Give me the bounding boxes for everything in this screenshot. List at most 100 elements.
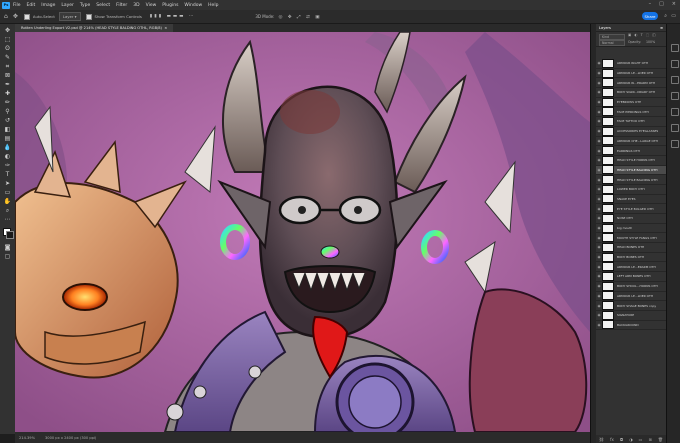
menu-type[interactable]: Type	[80, 3, 90, 8]
properties-icon[interactable]	[671, 44, 679, 52]
type-tool-icon[interactable]: T	[3, 170, 12, 179]
layer-mode-select[interactable]: Layer ▾	[58, 12, 81, 21]
clone-stamp-icon[interactable]: ⚲	[3, 107, 12, 116]
photoshop-app-icon[interactable]: Ps	[2, 1, 10, 9]
shape-tool-icon[interactable]: ▭	[3, 188, 12, 197]
background-color-swatch[interactable]	[6, 231, 14, 239]
layer-row[interactable]: ◉ LOWER BODY OTH	[596, 184, 666, 195]
menu-filter[interactable]: Filter	[116, 3, 127, 8]
gradient-tool-icon[interactable]: ▤	[3, 134, 12, 143]
document-tab[interactable]: Rotten Underling Export V2.psd @ 214% (H…	[15, 24, 174, 32]
move-tool-icon[interactable]: ✥	[3, 26, 12, 35]
layer-row[interactable]: ◉ ARMOUR RI...ERARM OTH	[596, 78, 666, 89]
channels-icon[interactable]	[671, 124, 679, 132]
layer-thumbnail[interactable]	[602, 87, 614, 97]
workspace-icon[interactable]: ▭	[671, 13, 676, 19]
link-layers-icon[interactable]: ⛓	[599, 437, 604, 442]
frame-tool-icon[interactable]: ⊠	[3, 71, 12, 80]
filter-icons[interactable]: ▣ ◐ T ⬚ ◫	[628, 33, 657, 37]
paths-icon[interactable]	[671, 140, 679, 148]
layer-row[interactable]: ◉ ARMOUR CHE...LARGE OTH	[596, 136, 666, 147]
zoom-tool-icon[interactable]: ⌕	[3, 206, 12, 215]
layer-thumbnail[interactable]	[602, 175, 614, 185]
swatches-icon[interactable]	[671, 108, 679, 116]
layer-thumbnail[interactable]	[602, 68, 614, 78]
minimize-icon[interactable]: –	[649, 1, 652, 7]
layer-row[interactable]: ◉ SIGNATURE	[596, 310, 666, 321]
menu-window[interactable]: Window	[184, 3, 202, 8]
layer-row[interactable]: ◉ BACKGROUND	[596, 320, 666, 331]
menu-edit[interactable]: Edit	[27, 3, 36, 8]
zoom-level[interactable]: 214.39%	[19, 436, 35, 440]
new-layer-icon[interactable]: ⊞	[648, 437, 651, 442]
menu-help[interactable]: Help	[208, 3, 218, 8]
layer-thumbnail[interactable]	[602, 165, 614, 175]
color-icon[interactable]	[671, 92, 679, 100]
layer-thumbnail[interactable]	[602, 78, 614, 88]
close-icon[interactable]: ×	[672, 1, 676, 7]
layer-thumbnail[interactable]	[602, 116, 614, 126]
layer-row[interactable]: ◉ BODY BONES OTH	[596, 252, 666, 263]
layer-thumbnail[interactable]	[602, 126, 614, 136]
layer-row[interactable]: ◉ ACCESSORIES EYEGLASSES	[596, 126, 666, 137]
layer-row[interactable]: ◉ HEAD BONES OTH	[596, 242, 666, 253]
marquee-tool-icon[interactable]: ⬚	[3, 35, 12, 44]
layer-thumbnail[interactable]	[602, 107, 614, 117]
menu-file[interactable]: File	[13, 3, 21, 8]
align-icons[interactable]: ▮▮▮ ▬▬▬ ⋯	[150, 14, 196, 19]
libraries-icon[interactable]	[671, 76, 679, 84]
layer-thumbnail[interactable]	[602, 213, 614, 223]
lasso-tool-icon[interactable]: ʘ	[3, 44, 12, 53]
layer-thumbnail[interactable]	[602, 281, 614, 291]
layer-row[interactable]: ◉ HEAD STYLE HORNS OTH	[596, 155, 666, 166]
crop-tool-icon[interactable]: ⌗	[3, 62, 12, 71]
layer-row[interactable]: ◉ EARRINGS OTH	[596, 146, 666, 156]
eyedropper-tool-icon[interactable]: ✒	[3, 80, 12, 89]
layer-row[interactable]: ◉ BODY SIGNI...NDARY OTH	[596, 87, 666, 98]
opacity-value[interactable]: 100%	[646, 40, 655, 44]
menu-plugins[interactable]: Plugins	[162, 3, 178, 8]
home-icon[interactable]: ⌂	[4, 13, 8, 20]
quick-select-tool-icon[interactable]: ✎	[3, 53, 12, 62]
layer-row[interactable]: ◉ BODY SHAGE BONES copy	[596, 301, 666, 311]
move-tool-icon[interactable]: ✥	[13, 13, 18, 20]
layer-thumbnail[interactable]	[602, 242, 614, 252]
eraser-tool-icon[interactable]: ◧	[3, 125, 12, 134]
layer-thumbnail[interactable]	[602, 58, 614, 68]
maximize-icon[interactable]: □	[659, 1, 664, 7]
layer-thumbnail[interactable]	[602, 184, 614, 194]
layer-row[interactable]: ◉ HEAD STYLE BALDING OTH	[596, 175, 666, 185]
mask-icon[interactable]: ◘	[620, 437, 623, 442]
fx-icon[interactable]: fx	[610, 437, 614, 442]
menu-image[interactable]: Image	[41, 3, 55, 8]
layer-row[interactable]: ◉ FACE PIERCINGS OTH	[596, 107, 666, 118]
more-tools-icon[interactable]: ⋯	[3, 215, 12, 224]
menu-view[interactable]: View	[146, 3, 157, 8]
blur-tool-icon[interactable]: 💧	[3, 143, 12, 152]
layer-thumbnail[interactable]	[602, 233, 614, 243]
layer-row[interactable]: ◉ LEFT ARM BONES OTH	[596, 271, 666, 282]
layer-thumbnail[interactable]	[602, 223, 614, 233]
layer-row[interactable]: ◉ SNAKE EYES	[596, 194, 666, 205]
menu-3d[interactable]: 3D	[133, 3, 139, 8]
layer-row[interactable]: ◉ big mouth	[596, 223, 666, 234]
layer-thumbnail[interactable]	[602, 194, 614, 204]
brush-tool-icon[interactable]: ✏	[3, 98, 12, 107]
auto-select-checkbox[interactable]	[23, 13, 30, 20]
layer-thumbnail[interactable]	[602, 97, 614, 107]
dodge-tool-icon[interactable]: ◐	[3, 152, 12, 161]
document-canvas[interactable]	[15, 32, 590, 432]
layer-row[interactable]: ◉ EYE STYLE BULGED OTH	[596, 204, 666, 214]
path-select-icon[interactable]: ➤	[3, 179, 12, 188]
layer-thumbnail[interactable]	[602, 204, 614, 214]
layer-row[interactable]: ◉ FACE TATTOO OTH	[596, 116, 666, 127]
layer-thumbnail[interactable]	[602, 262, 614, 272]
blend-mode-select[interactable]: Normal	[599, 40, 625, 46]
layer-thumbnail[interactable]	[602, 136, 614, 146]
layer-row[interactable]: ◉ ARMOUR RIGHT OTH	[596, 58, 666, 69]
layer-thumbnail[interactable]	[602, 252, 614, 262]
layer-thumbnail[interactable]	[602, 310, 614, 320]
pen-tool-icon[interactable]: ✑	[3, 161, 12, 170]
layer-thumbnail[interactable]	[602, 271, 614, 281]
panel-menu-icon[interactable]: ≡	[660, 26, 663, 30]
